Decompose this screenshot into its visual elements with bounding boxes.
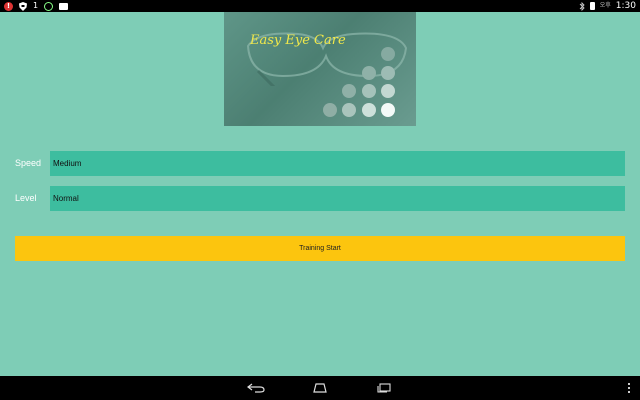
dot — [381, 103, 395, 117]
speed-label: Speed — [15, 158, 42, 168]
dot — [362, 84, 376, 98]
shield-icon — [19, 1, 27, 11]
recents-button[interactable] — [364, 376, 404, 400]
dot — [381, 66, 395, 80]
home-icon — [313, 383, 327, 393]
dot — [323, 103, 337, 117]
navigation-bar — [0, 376, 640, 400]
training-start-button[interactable]: Training Start — [15, 236, 625, 261]
back-icon — [247, 383, 265, 393]
speed-selector[interactable]: Medium — [50, 151, 625, 176]
clock-time: 1:30 — [615, 1, 636, 11]
exclamation-icon: ! — [4, 1, 13, 11]
battery-icon — [589, 2, 595, 10]
clock-ampm: 오후 — [599, 2, 611, 9]
home-button[interactable] — [300, 376, 340, 400]
bluetooth-icon — [579, 1, 585, 11]
overflow-menu-icon[interactable] — [628, 376, 630, 400]
level-label: Level — [15, 193, 37, 203]
back-button[interactable] — [236, 376, 276, 400]
dot — [362, 103, 376, 117]
dot — [381, 47, 395, 61]
sync-icon — [44, 1, 54, 11]
dot — [381, 84, 395, 98]
status-bar: ! 1 오후 1:30 — [0, 0, 640, 12]
level-selector[interactable]: Normal — [50, 186, 625, 211]
app-banner: Easy Eye Care — [224, 12, 416, 126]
notification-count: 1 — [33, 1, 39, 10]
camera-icon — [59, 2, 69, 10]
dot — [342, 103, 356, 117]
dot — [362, 66, 376, 80]
dot — [342, 84, 356, 98]
dot-pattern — [224, 12, 416, 126]
recents-icon — [377, 383, 391, 393]
